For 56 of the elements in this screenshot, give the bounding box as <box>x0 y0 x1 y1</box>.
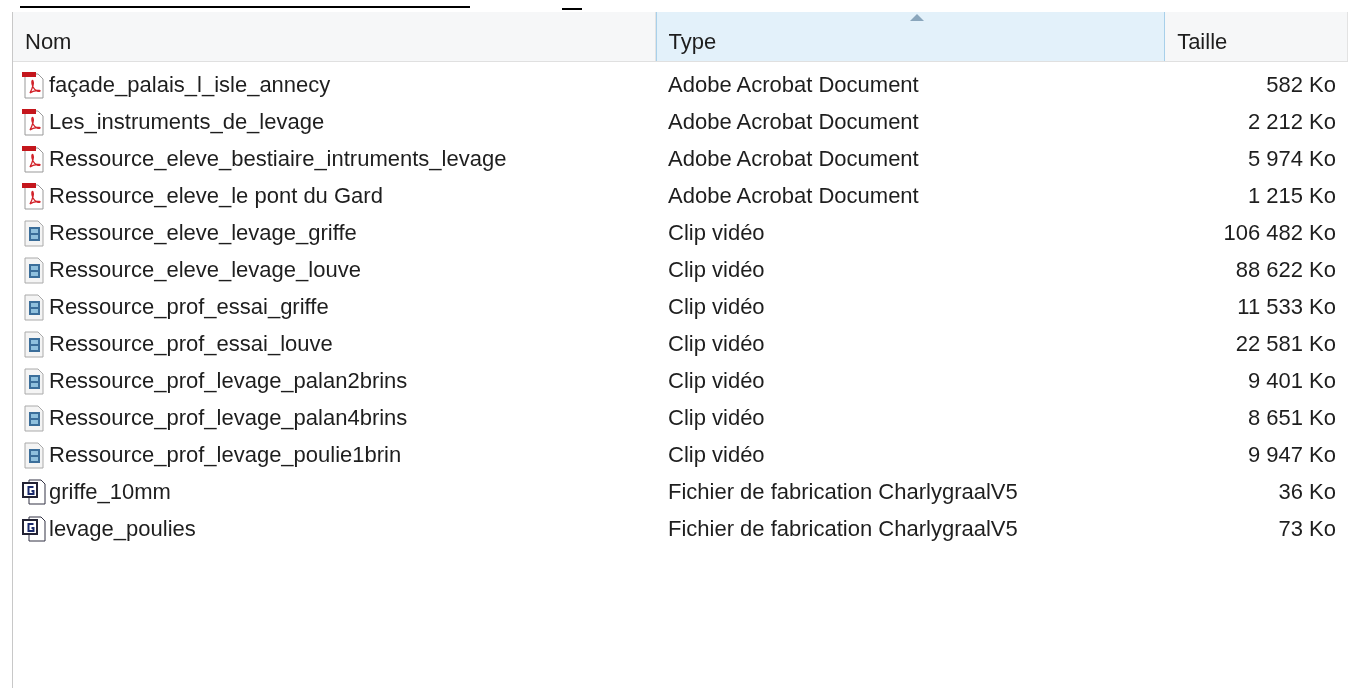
file-size: 9 947 Ko <box>1246 441 1336 469</box>
file-name: Les_instruments_de_levage <box>49 108 325 136</box>
g-document-icon <box>21 477 47 506</box>
file-size: 5 974 Ko <box>1246 145 1336 173</box>
file-name: Ressource_eleve_bestiaire_intruments_levage <box>49 145 507 173</box>
pdf-file-icon <box>21 144 47 173</box>
file-type: Clip vidéo <box>667 330 766 358</box>
file-name: Ressource_prof_essai_griffe <box>49 293 329 321</box>
column-header[interactable]: Taille <box>1165 12 1348 61</box>
file-name: Ressource_prof_levage_poulie1brin <box>49 441 402 469</box>
column-header[interactable]: Nom <box>13 12 656 61</box>
file-name: griffe_10mm <box>49 478 171 506</box>
file-type: Clip vidéo <box>667 293 766 321</box>
file-name: Ressource_eleve_levage_louve <box>49 256 361 284</box>
video-file-icon <box>21 292 47 321</box>
video-file-icon <box>21 440 47 469</box>
file-type: Adobe Acrobat Document <box>667 71 920 99</box>
file-name: Ressource_eleve_levage_griffe <box>49 219 357 247</box>
pdf-file-icon <box>21 70 47 99</box>
file-size: 36 Ko <box>1277 478 1336 506</box>
video-file-icon <box>21 329 47 358</box>
file-size: 582 Ko <box>1265 71 1336 99</box>
file-type: Adobe Acrobat Document <box>667 182 920 210</box>
file-type: Clip vidéo <box>667 404 766 432</box>
pdf-file-icon <box>21 107 47 136</box>
file-size: 22 581 Ko <box>1234 330 1336 358</box>
file-size: 1 215 Ko <box>1246 182 1336 210</box>
video-file-icon <box>21 366 47 395</box>
g-document-icon <box>21 514 47 543</box>
video-file-icon <box>21 255 47 284</box>
file-type: Fichier de fabrication CharlygraalV5 <box>667 478 1019 506</box>
video-file-icon <box>21 218 47 247</box>
file-name: Ressource_eleve_le pont du Gard <box>49 182 383 210</box>
file-name: Ressource_prof_levage_palan4brins <box>49 404 408 432</box>
file-type: Clip vidéo <box>667 441 766 469</box>
file-type: Fichier de fabrication CharlygraalV5 <box>667 515 1019 543</box>
file-type: Adobe Acrobat Document <box>667 108 920 136</box>
file-type: Adobe Acrobat Document <box>667 145 920 173</box>
column-header[interactable]: Type <box>655 12 1166 61</box>
file-type: Clip vidéo <box>667 367 766 395</box>
file-name: Ressource_prof_levage_palan2brins <box>49 367 408 395</box>
file-name: façade_palais_l_isle_annecy <box>49 71 331 99</box>
file-size: 11 533 Ko <box>1236 293 1336 321</box>
file-type: Clip vidéo <box>667 219 766 247</box>
sort-arrow-icon <box>910 14 925 21</box>
file-name: Ressource_prof_essai_louve <box>49 330 333 358</box>
file-size: 8 651 Ko <box>1246 404 1336 432</box>
file-size: 106 482 Ko <box>1222 219 1336 247</box>
file-size: 73 Ko <box>1277 515 1336 543</box>
pdf-file-icon <box>21 181 47 210</box>
file-size: 9 401 Ko <box>1246 367 1336 395</box>
file-name: levage_poulies <box>49 515 196 543</box>
file-size: 88 622 Ko <box>1234 256 1336 284</box>
file-size: 2 212 Ko <box>1246 108 1336 136</box>
video-file-icon <box>21 403 47 432</box>
file-type: Clip vidéo <box>667 256 766 284</box>
